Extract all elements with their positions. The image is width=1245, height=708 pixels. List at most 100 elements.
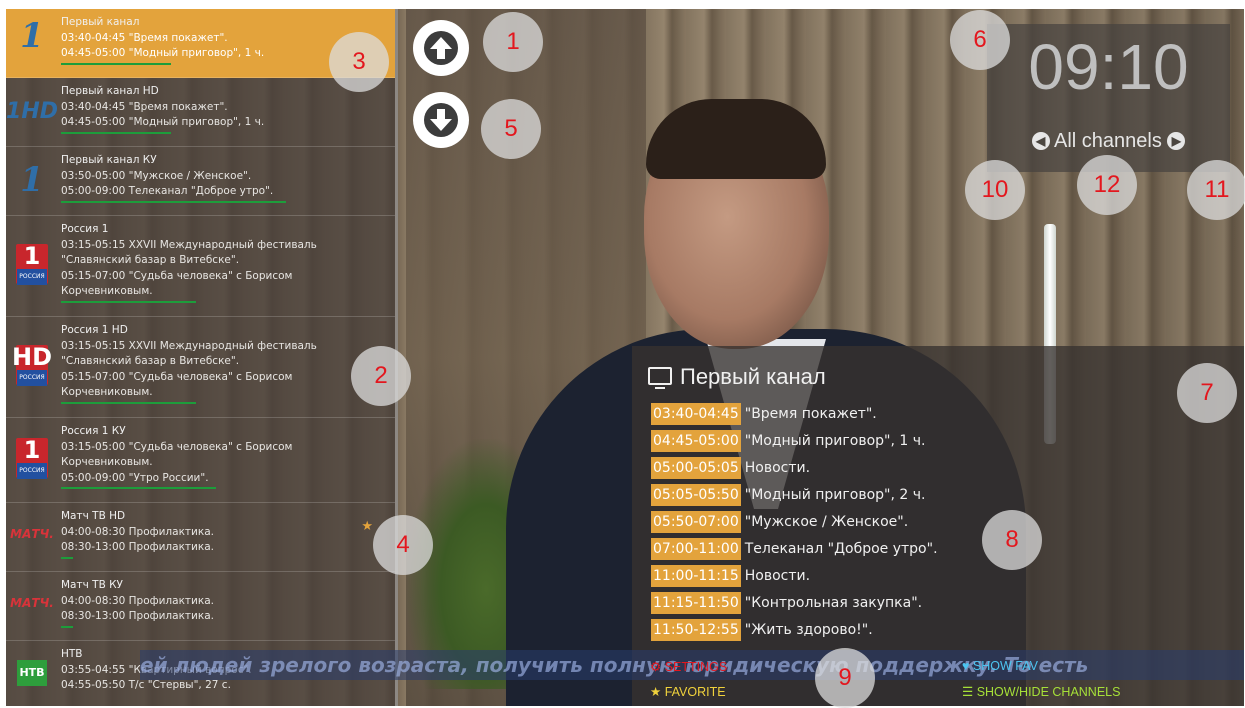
epg-row[interactable]: 05:05-05:50 "Модный приговор", 2 ч. bbox=[651, 484, 925, 506]
annotation-marker: 6 bbox=[950, 10, 1010, 70]
annotation-marker: 2 bbox=[351, 346, 411, 406]
channel-group-switcher[interactable]: ◀ All channels ▶ bbox=[987, 130, 1230, 153]
program-line: 04:55-05:50 Т/с "Стервы", 27 с. bbox=[61, 679, 231, 691]
channel-name: Матч ТВ HD bbox=[61, 510, 126, 522]
epg-program: Новости. bbox=[744, 568, 811, 584]
arrow-up-icon bbox=[424, 31, 458, 65]
epg-time: 11:15-11:50 bbox=[651, 592, 741, 614]
progress-bar bbox=[61, 200, 286, 203]
annotation-marker: 12 bbox=[1077, 155, 1137, 215]
progress-bar bbox=[61, 300, 196, 303]
epg-program: "Модный приговор", 1 ч. bbox=[744, 433, 926, 449]
list-icon: ☰ bbox=[962, 685, 977, 699]
clock-time: 09:10 bbox=[1028, 31, 1189, 103]
video-person-hair bbox=[646, 99, 826, 179]
annotation-marker: 1 bbox=[483, 12, 543, 72]
annotation-marker: 7 bbox=[1177, 363, 1237, 423]
program-line: 03:50-05:00 "Мужское / Женское". bbox=[61, 169, 252, 182]
epg-time: 04:45-05:00 bbox=[651, 430, 741, 452]
program-line: 05:00-09:00 Телеканал "Доброе утро". bbox=[61, 185, 274, 197]
clock-panel: 09:10 ◀ All channels ▶ bbox=[987, 24, 1230, 172]
channel-item-russia-1-hd[interactable]: HD РОССИЯ Россия 1 HD 03:15-05:15 XXVII М… bbox=[6, 317, 395, 418]
epg-row[interactable]: 05:50-07:00 "Мужское / Женское". bbox=[651, 511, 908, 533]
progress-bar bbox=[61, 401, 196, 404]
program-line: "Славянский базар в Витебске". bbox=[61, 355, 240, 367]
show-hide-channels-button[interactable]: ☰ SHOW/HIDE CHANNELS bbox=[962, 684, 1120, 699]
favorite-star-icon[interactable]: ★ bbox=[361, 519, 373, 535]
program-line: 03:40-04:45 "Время покажет". bbox=[61, 100, 228, 113]
program-line: 03:15-05:15 XXVII Международный фестивал… bbox=[61, 339, 317, 352]
program-line: 05:00-09:00 "Утро России". bbox=[61, 471, 209, 484]
tv-icon bbox=[648, 367, 672, 389]
channel-item-match-ku[interactable]: МАТЧ. Матч ТВ КУ 04:00-08:30 Профилактик… bbox=[6, 572, 395, 641]
epg-row[interactable]: 05:00-05:05 Новости. bbox=[651, 457, 810, 479]
channel-name: Россия 1 КУ bbox=[61, 425, 126, 437]
annotation-marker: 3 bbox=[329, 32, 389, 92]
show-fav-button[interactable]: ♥ SHOW FAV bbox=[962, 659, 1038, 673]
epg-row[interactable]: 11:50-12:55 "Жить здорово!". bbox=[651, 619, 873, 641]
russia-1-logo: 1 РОССИЯ bbox=[12, 243, 52, 285]
annotation-marker: 8 bbox=[982, 510, 1042, 570]
channel-item-russia-1-ku[interactable]: 1 РОССИЯ Россия 1 КУ 03:15-05:00 "Судьба … bbox=[6, 418, 395, 503]
program-line: 03:15-05:15 XXVII Международный фестивал… bbox=[61, 238, 317, 251]
program-line: Корчевниковым. bbox=[61, 386, 153, 398]
program-line: 05:15-07:00 "Судьба человека" с Борисом bbox=[61, 370, 293, 383]
channel-name: Матч ТВ КУ bbox=[61, 579, 123, 591]
channel-name: Россия 1 bbox=[61, 223, 109, 235]
epg-program: "Мужское / Женское". bbox=[744, 514, 909, 530]
channel-one-logo: 1 bbox=[20, 160, 44, 201]
program-line: 04:00-08:30 Профилактика. bbox=[61, 525, 214, 538]
gears-icon: ⚙ bbox=[650, 660, 665, 674]
channel-name: Первый канал КУ bbox=[61, 154, 157, 166]
scroll-up-button[interactable] bbox=[413, 20, 469, 76]
channel-item-first-ku[interactable]: 1 Первый канал КУ 03:50-05:00 "Мужское /… bbox=[6, 147, 395, 216]
epg-channel-name: Первый канал bbox=[680, 364, 826, 389]
program-line: Корчевниковым. bbox=[61, 456, 153, 468]
annotation-marker: 9 bbox=[815, 648, 875, 708]
program-line: 04:45-05:00 "Модный приговор", 1 ч. bbox=[61, 116, 265, 128]
epg-row[interactable]: 04:45-05:00 "Модный приговор", 1 ч. bbox=[651, 430, 925, 452]
epg-row[interactable]: 11:00-11:15 Новости. bbox=[651, 565, 810, 587]
epg-time: 05:05-05:50 bbox=[651, 484, 741, 506]
favorite-button[interactable]: ★ FAVORITE bbox=[650, 684, 726, 699]
epg-program: "Жить здорово!". bbox=[744, 622, 873, 638]
annotation-marker: 11 bbox=[1187, 160, 1245, 220]
epg-title: Первый канал bbox=[648, 364, 826, 390]
star-icon: ★ bbox=[650, 685, 665, 699]
channel-one-hd-logo: 1HD bbox=[6, 99, 58, 125]
annotation-marker: 10 bbox=[965, 160, 1025, 220]
epg-time: 11:00-11:15 bbox=[651, 565, 741, 587]
channel-item-first-hd[interactable]: 1HD Первый канал HD 03:40-04:45 "Время п… bbox=[6, 78, 395, 147]
channel-item-russia-1[interactable]: 1 РОССИЯ Россия 1 03:15-05:15 XXVII Между… bbox=[6, 216, 395, 317]
epg-time: 07:00-11:00 bbox=[651, 538, 741, 560]
scroll-down-button[interactable] bbox=[413, 92, 469, 148]
epg-row[interactable]: 07:00-11:00 Телеканал "Доброе утро". bbox=[651, 538, 938, 560]
channel-list[interactable]: 1 Первый канал 03:40-04:45 "Время покаже… bbox=[6, 9, 398, 706]
program-line: 04:00-08:30 Профилактика. bbox=[61, 594, 214, 607]
annotation-marker: 5 bbox=[481, 99, 541, 159]
next-group-icon[interactable]: ▶ bbox=[1167, 132, 1186, 150]
previous-group-icon[interactable]: ◀ bbox=[1031, 132, 1050, 150]
epg-program: "Модный приговор", 2 ч. bbox=[744, 487, 926, 503]
russia-1-hd-logo: HD РОССИЯ bbox=[12, 344, 52, 386]
settings-button[interactable]: ⚙ SETTINGS bbox=[650, 659, 727, 674]
channel-name: Россия 1 HD bbox=[61, 324, 128, 336]
program-line: 05:15-07:00 "Судьба человека" с Борисом bbox=[61, 269, 293, 282]
epg-program: Новости. bbox=[744, 460, 811, 476]
heart-icon: ♥ bbox=[962, 659, 973, 673]
epg-time: 05:00-05:05 bbox=[651, 457, 741, 479]
epg-row[interactable]: 11:15-11:50 "Контрольная закупка". bbox=[651, 592, 922, 614]
progress-bar bbox=[61, 625, 73, 628]
epg-program: "Время покажет". bbox=[744, 406, 877, 422]
epg-time: 11:50-12:55 bbox=[651, 619, 741, 641]
epg-time: 05:50-07:00 bbox=[651, 511, 741, 533]
match-tv-logo: МАТЧ. bbox=[10, 596, 54, 611]
progress-bar bbox=[61, 487, 216, 489]
program-line: 08:30-13:00 Профилактика. bbox=[61, 541, 214, 553]
program-line: 03:15-05:00 "Судьба человека" с Борисом bbox=[61, 440, 293, 453]
epg-row[interactable]: 03:40-04:45 "Время покажет". bbox=[651, 403, 877, 425]
channel-name: Первый канал HD bbox=[61, 85, 159, 97]
arrow-down-icon bbox=[424, 103, 458, 137]
program-line: Корчевниковым. bbox=[61, 285, 153, 297]
channel-item-match-hd[interactable]: МАТЧ. Матч ТВ HD 04:00-08:30 Профилактик… bbox=[6, 503, 395, 572]
